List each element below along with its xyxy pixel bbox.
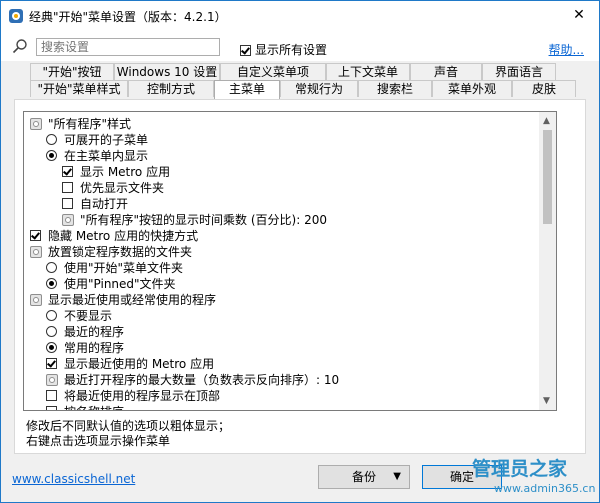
dropdown-arrow-icon: ▼ <box>393 471 401 482</box>
tab-sounds[interactable]: 声音 <box>410 63 482 80</box>
scroll-down-icon[interactable]: ▼ <box>543 396 550 406</box>
scroll-up-icon[interactable]: ▲ <box>543 116 550 126</box>
tree-item-label: 可展开的子菜单 <box>64 133 149 147</box>
tree-item-label: 使用"开始"菜单文件夹 <box>64 261 184 275</box>
watermark-text: 管理员之家 <box>472 458 568 480</box>
radio-button[interactable] <box>46 134 57 145</box>
radio-button[interactable] <box>46 278 57 289</box>
tree-item-label: "所有程序"样式 <box>48 117 132 131</box>
tree-item-label: 最近的程序 <box>64 325 125 339</box>
checkbox[interactable] <box>46 358 57 369</box>
settings-group-icon <box>46 374 58 386</box>
tree-item-label: 隐藏 Metro 应用的快捷方式 <box>48 229 199 243</box>
scroll-thumb[interactable] <box>543 130 552 224</box>
backup-label: 备份 <box>351 470 376 484</box>
tree-item-label: 最近打开程序的最大数量（负数表示反向排序）: 10 <box>64 373 340 387</box>
tab-row-2: "开始"菜单样式 控制方式 主菜单 常规行为 搜索栏 菜单外观 皮肤 <box>30 80 576 99</box>
settings-tree[interactable]: "所有程序"样式可展开的子菜单 在主菜单内显示显示 Metro 应用 优先显示文件夹… <box>23 111 557 411</box>
tree-item-label: 自动打开 <box>80 197 129 211</box>
title-bar: 经典"开始"菜单设置（版本：4.2.1） ✕ <box>1 1 599 31</box>
tab-strip: "开始"按钮 Windows 10 设置 自定义菜单项 上下文菜单 声音 界面语… <box>30 63 576 99</box>
tab-windows10-settings[interactable]: Windows 10 设置 <box>114 63 220 80</box>
tab-row-1: "开始"按钮 Windows 10 设置 自定义菜单项 上下文菜单 声音 界面语… <box>30 63 576 80</box>
watermark-url: www.admin365.cn <box>494 482 596 495</box>
tab-controls[interactable]: 控制方式 <box>128 80 214 97</box>
watermark: 管理员之家 www.admin365.cn <box>466 454 600 502</box>
tree-item-label: 在主菜单内显示 <box>64 149 149 163</box>
tab-menu-look[interactable]: 菜单外观 <box>432 80 512 97</box>
checkbox[interactable] <box>62 182 73 193</box>
radio-button[interactable] <box>46 326 57 337</box>
checkbox[interactable] <box>46 406 57 410</box>
tree-item-label: 将最近使用的程序显示在顶部 <box>64 389 221 403</box>
tree-item-label: 不要显示 <box>64 309 113 323</box>
settings-group-icon <box>30 118 42 130</box>
tab-search-box[interactable]: 搜索栏 <box>358 80 432 97</box>
classic-shell-icon <box>9 9 23 23</box>
checkbox[interactable] <box>62 198 73 209</box>
checkbox[interactable] <box>46 390 57 401</box>
tree-item-label: 使用"Pinned"文件夹 <box>64 277 176 291</box>
search-icon <box>12 39 27 54</box>
tree-item-label: 按名称排序 <box>64 404 124 410</box>
search-input[interactable] <box>36 38 220 56</box>
hint-right-click: 右键点击选项显示操作菜单 <box>26 434 171 448</box>
show-all-label: 显示所有设置 <box>255 43 328 57</box>
close-icon: ✕ <box>573 7 585 23</box>
radio-button[interactable] <box>46 262 57 273</box>
help-link[interactable]: 帮助... <box>549 41 584 58</box>
tree-item-label: 放置锁定程序数据的文件夹 <box>48 245 193 259</box>
website-link[interactable]: www.classicshell.net <box>12 472 135 486</box>
backup-button[interactable]: 备份 ▼ <box>318 465 410 489</box>
tab-main-menu[interactable]: 主菜单 <box>214 80 280 99</box>
show-all-checkbox-box[interactable] <box>240 45 251 56</box>
vertical-scrollbar[interactable]: ▲ ▼ <box>539 112 556 410</box>
radio-button[interactable] <box>46 310 57 321</box>
tab-custom-menu-items[interactable]: 自定义菜单项 <box>220 63 326 80</box>
tab-language[interactable]: 界面语言 <box>482 63 556 80</box>
tree-item-label: 优先显示文件夹 <box>80 181 165 195</box>
window-title: 经典"开始"菜单设置（版本：4.2.1） <box>29 10 227 24</box>
radio-button[interactable] <box>46 342 57 353</box>
checkbox[interactable] <box>62 166 73 177</box>
tab-general-behavior[interactable]: 常规行为 <box>280 80 358 97</box>
checkbox[interactable] <box>30 230 41 241</box>
tree-item-label: 显示 Metro 应用 <box>80 165 171 179</box>
tree-item-label: 常用的程序 <box>64 341 125 355</box>
tree-item-label: "所有程序"按钮的显示时间乘数 (百分比): 200 <box>80 213 327 227</box>
tree-item-label: 显示最近使用或经常使用的程序 <box>48 293 217 307</box>
show-all-settings-checkbox[interactable]: 显示所有设置 <box>240 41 327 58</box>
tab-start-button[interactable]: "开始"按钮 <box>30 63 114 80</box>
tab-start-menu-style[interactable]: "开始"菜单样式 <box>30 80 128 97</box>
tree-item-label: 显示最近使用的 Metro 应用 <box>64 357 215 371</box>
settings-group-icon <box>62 214 74 226</box>
radio-button[interactable] <box>46 150 57 161</box>
tab-skin[interactable]: 皮肤 <box>512 80 576 97</box>
settings-group-icon <box>30 246 42 258</box>
tab-context-menu[interactable]: 上下文菜单 <box>326 63 410 80</box>
settings-group-icon <box>30 294 42 306</box>
close-button[interactable]: ✕ <box>567 4 591 26</box>
